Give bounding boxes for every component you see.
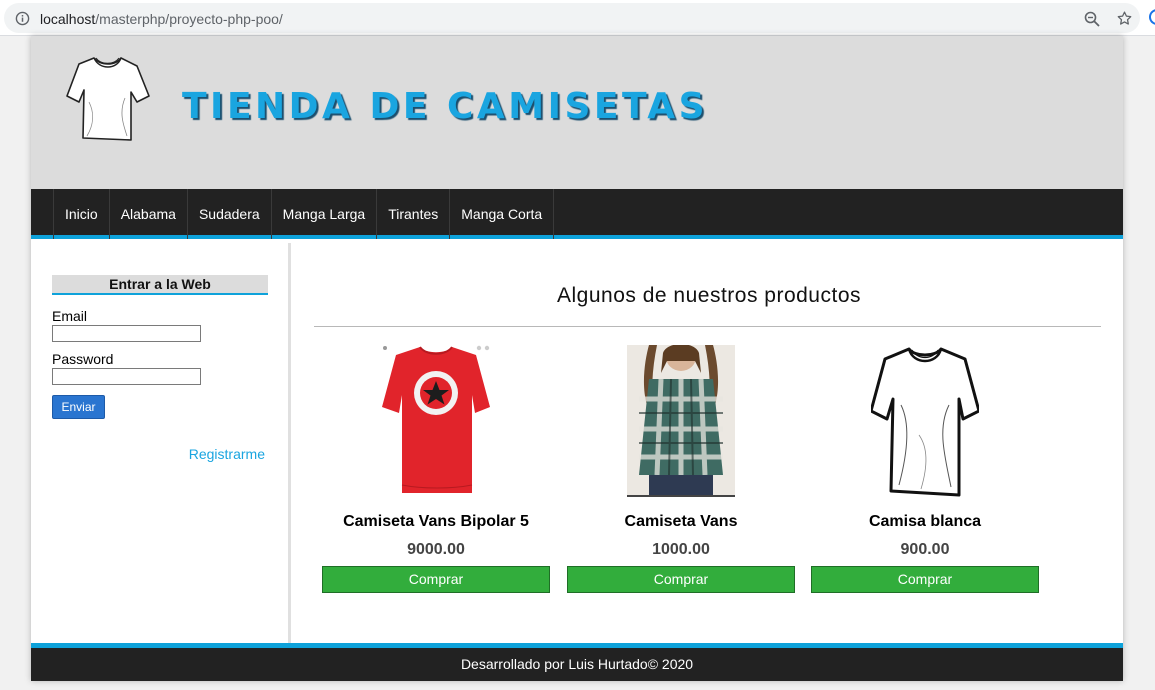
nav-item-inicio[interactable]: Inicio <box>53 189 109 239</box>
product-card: Camisa blanca 900.00 Comprar <box>811 343 1039 595</box>
product-name[interactable]: Camiseta Vans <box>567 513 795 531</box>
page-container: TIENDA DE CAMISETAS Inicio Alabama Sudad… <box>31 36 1123 681</box>
site-brand-title[interactable]: TIENDA DE CAMISETAS <box>182 86 708 127</box>
buy-button[interactable]: Comprar <box>811 566 1039 593</box>
email-label: Email <box>52 308 88 324</box>
sidebar: Entrar a la Web Email Password Enviar Re… <box>31 243 291 643</box>
url-path: /masterphp/proyecto-php-poo/ <box>95 11 283 27</box>
url-host: localhost <box>40 11 96 27</box>
nav-item-alabama[interactable]: Alabama <box>108 189 187 239</box>
address-bar[interactable]: localhost/masterphp/proyecto-php-poo/ <box>4 3 1140 33</box>
buy-button[interactable]: Comprar <box>567 566 795 593</box>
tshirt-outline-icon[interactable] <box>65 52 151 146</box>
product-card: Camiseta Vans Bipolar 5 9000.00 Comprar <box>322 343 550 595</box>
white-tshirt-image[interactable] <box>871 345 979 497</box>
browser-toolbar: localhost/masterphp/proyecto-php-poo/ <box>0 0 1155 36</box>
nav-item-manga-corta[interactable]: Manga Corta <box>449 189 555 239</box>
site-footer: Desarrollado por Luis Hurtado© 2020 <box>31 643 1123 681</box>
product-name[interactable]: Camisa blanca <box>811 513 1039 531</box>
password-label: Password <box>52 351 114 367</box>
profile-icon[interactable] <box>1149 9 1155 25</box>
bookmark-star-icon[interactable] <box>1116 10 1133 27</box>
login-title: Entrar a la Web <box>52 275 268 295</box>
zoom-icon[interactable] <box>1084 11 1100 27</box>
nav-item-sudadera[interactable]: Sudadera <box>186 189 271 239</box>
register-link[interactable]: Registrarme <box>189 446 265 462</box>
url-text[interactable]: localhost/masterphp/proyecto-php-poo/ <box>40 11 283 27</box>
plaid-flannel-shirt-image[interactable] <box>627 345 735 497</box>
product-name[interactable]: Camiseta Vans Bipolar 5 <box>322 513 550 531</box>
product-card: Camiseta Vans 1000.00 Comprar <box>567 343 795 595</box>
email-field[interactable] <box>52 325 201 342</box>
nav-item-manga-larga[interactable]: Manga Larga <box>270 189 377 239</box>
product-price: 9000.00 <box>407 541 465 558</box>
site-header: TIENDA DE CAMISETAS <box>31 36 1123 189</box>
submit-button[interactable]: Enviar <box>52 395 105 419</box>
product-price: 900.00 <box>900 541 950 558</box>
main-navigation: Inicio Alabama Sudadera Manga Larga Tira… <box>31 189 1123 239</box>
page-title: Algunos de nuestros productos <box>556 284 862 307</box>
title-divider <box>314 326 1101 327</box>
main-content: Algunos de nuestros productos Camiseta V… <box>294 243 1123 643</box>
product-price: 1000.00 <box>652 541 710 558</box>
info-icon[interactable] <box>15 11 30 26</box>
red-converse-tshirt-image[interactable] <box>382 345 490 497</box>
nav-item-tirantes[interactable]: Tirantes <box>376 189 449 239</box>
password-field[interactable] <box>52 368 201 385</box>
buy-button[interactable]: Comprar <box>322 566 550 593</box>
